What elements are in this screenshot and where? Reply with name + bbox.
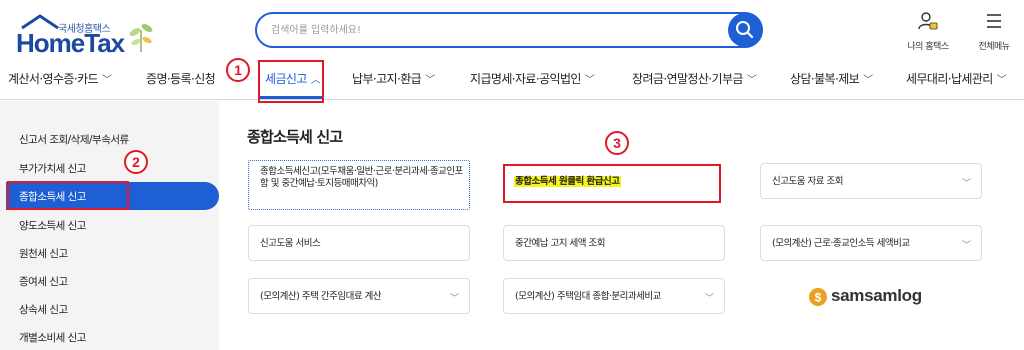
logo-title: HomeTax: [16, 28, 125, 58]
menu-icon: [987, 14, 1001, 28]
user-lock-icon: [918, 12, 938, 30]
card-sim-labor-compare[interactable]: (모의계산) 근로·종교인소득 세액비교 ﹀: [760, 225, 982, 261]
card-income-tax-report[interactable]: 종합소득세신고(모두채움·일반·근로·분리과세·종교인포함 및 중간예납·토지등…: [248, 160, 470, 210]
chevron-down-icon: ﹀: [449, 294, 459, 304]
card-help-service[interactable]: 신고도움 서비스: [248, 225, 470, 261]
card-sim-rental-compare[interactable]: (모의계산) 주택임대 종합·분리과세비교 ﹀: [503, 278, 725, 314]
card-interim-payment[interactable]: 중간예납 고지 세액 조회: [503, 225, 725, 261]
card-label: 신고도움 자료 조회: [772, 176, 843, 187]
card-label: 종합소득세신고(모두채움·일반·근로·분리과세·종교인포함 및 중간예납·토지등…: [260, 166, 463, 189]
card-sim-deemed-rent[interactable]: (모의계산) 주택 간주임대료 계산 ﹀: [248, 278, 470, 314]
chevron-down-icon: ﹀: [704, 294, 714, 304]
card-label: 중간예납 고지 세액 조회: [515, 238, 605, 249]
hometax-logo[interactable]: 국세청홈택스 HomeTax: [8, 8, 158, 58]
sidebar-item-inheritance-tax[interactable]: 상속세 신고: [19, 302, 68, 317]
annotation-number-2: 2: [124, 150, 148, 174]
samsamlog-logo-icon: $: [809, 288, 827, 306]
annotation-box-3: [503, 164, 721, 203]
my-hometax-button[interactable]: 나의 홈택스: [898, 10, 958, 52]
nav-item-tax-agent[interactable]: 세무대리·납세관리 ﹀: [906, 70, 1007, 87]
nav-item-certificate[interactable]: 증명·등록·신청: [146, 70, 216, 87]
plant-icon: [129, 24, 153, 52]
search-input[interactable]: [271, 21, 711, 39]
all-menu-button[interactable]: 전체메뉴: [964, 10, 1024, 52]
sidebar-item-gift-tax[interactable]: 증여세 신고: [19, 274, 68, 289]
chevron-down-icon: ﹀: [746, 75, 757, 86]
card-label: (모의계산) 근로·종교인소득 세액비교: [772, 238, 910, 249]
search-icon: [736, 21, 754, 39]
card-label: (모의계산) 주택 간주임대료 계산: [260, 291, 382, 302]
search-bar[interactable]: [255, 12, 763, 48]
sidebar-item-capital-gains[interactable]: 양도소득세 신고: [19, 218, 86, 233]
top-navigation: 계산서·영수증·카드 ﹀ 증명·등록·신청 세금신고 ︿ 납부·고지·환급 ﹀ 지급명…: [0, 58, 1024, 100]
page-title: 종합소득세 신고: [247, 128, 343, 146]
sidebar-item-withholding[interactable]: 원천세 신고: [19, 246, 68, 261]
annotation-box-2: [7, 181, 129, 210]
card-label: (모의계산) 주택임대 종합·분리과세비교: [515, 291, 661, 302]
annotation-number-1: 1: [226, 58, 250, 82]
search-button[interactable]: [728, 13, 762, 47]
sidebar-item-excise-tax[interactable]: 개별소비세 신고: [19, 330, 86, 345]
sidebar-item-vat[interactable]: 부가가치세 신고: [19, 161, 86, 176]
nav-item-consult[interactable]: 상담·불복·제보 ﹀: [790, 70, 873, 87]
card-help-data-lookup[interactable]: 신고도움 자료 조회 ﹀: [760, 163, 982, 199]
nav-item-invoice[interactable]: 계산서·영수증·카드 ﹀: [8, 70, 112, 87]
annotation-number-3: 3: [605, 131, 629, 155]
card-label: 신고도움 서비스: [260, 238, 321, 249]
nav-item-statements[interactable]: 지급명세·자료·공익법인 ﹀: [470, 70, 595, 87]
sidebar-item-report-lookup[interactable]: 신고서 조회/삭제/부속서류: [19, 132, 129, 147]
chevron-down-icon: ﹀: [961, 241, 971, 251]
svg-text:$: $: [815, 291, 822, 305]
chevron-down-icon: ﹀: [101, 75, 112, 86]
all-menu-label: 전체메뉴: [978, 42, 1010, 52]
chevron-down-icon: ﹀: [961, 179, 971, 189]
chevron-down-icon: ﹀: [996, 75, 1007, 86]
nav-item-payment[interactable]: 납부·고지·환급 ﹀: [352, 70, 435, 87]
my-hometax-label: 나의 홈택스: [907, 42, 949, 52]
chevron-down-icon: ﹀: [584, 75, 595, 86]
annotation-box-1: [258, 60, 324, 103]
chevron-down-icon: ﹀: [863, 75, 873, 86]
watermark-text: samsamlog: [831, 286, 922, 305]
nav-item-incentives[interactable]: 장려금·연말정산·기부금 ﹀: [632, 70, 757, 87]
chevron-down-icon: ﹀: [425, 75, 435, 86]
